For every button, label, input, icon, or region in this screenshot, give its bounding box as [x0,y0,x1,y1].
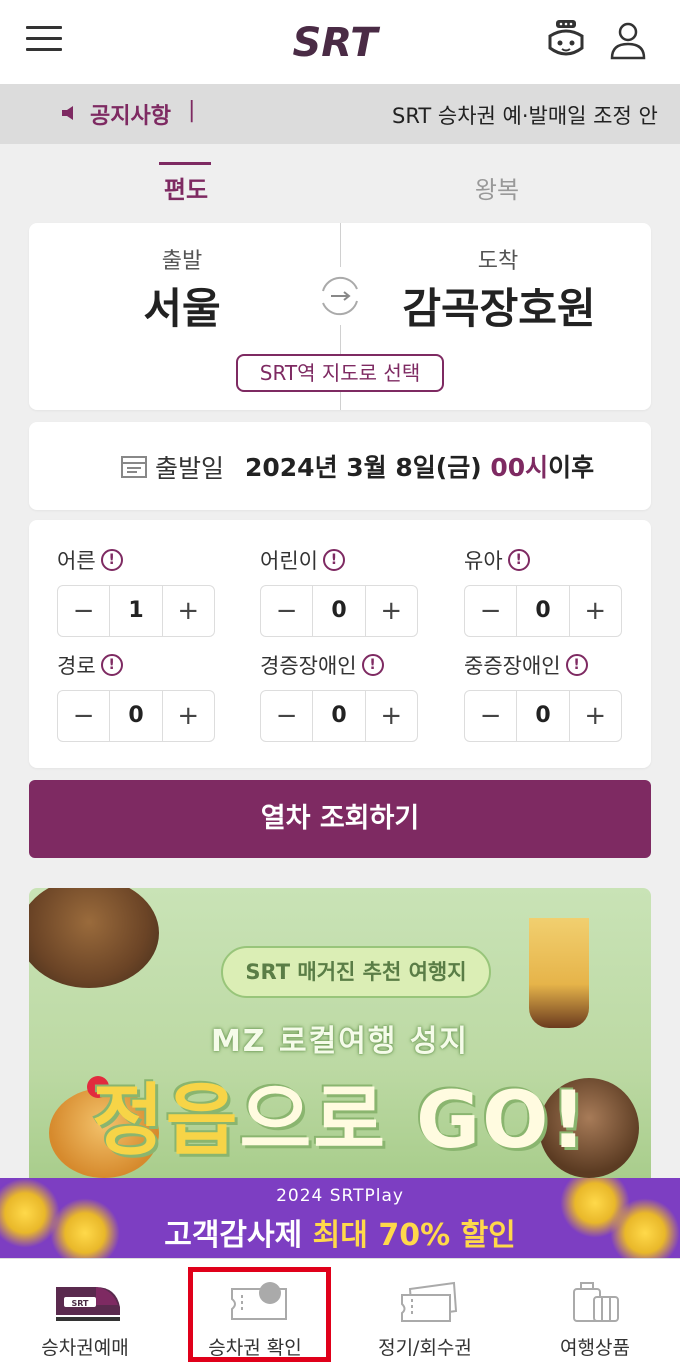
srt-logo[interactable]: SRT [265,18,405,66]
increment-button[interactable]: + [163,691,214,741]
passenger-label: 중증장애인 [464,654,561,678]
luggage-icon [573,1282,619,1322]
date-suffix: 이후 [548,453,595,482]
pass-ticket-icon [401,1281,458,1322]
date-value[interactable]: 2024년 3월 8일(금) 00시이후 [245,448,594,484]
banner-title-rest: 으로 GO! [239,1076,589,1166]
date-text: 2024년 3월 8일(금) [245,453,482,482]
increment-button[interactable]: + [570,586,621,636]
route-card: 출발 서울 도착 감곡장호원 SRT역 지도로 선택 [29,223,651,410]
svg-text:SRT: SRT [292,20,380,66]
nav-label: 여행상품 [560,1337,630,1359]
tab-roundtrip[interactable]: 왕복 [452,170,542,205]
quantity-stepper: − 0 + [464,585,622,637]
passenger-severe-disabled: 중증장애인! − 0 + [464,650,624,742]
passenger-infant: 유아! − 0 + [464,545,624,637]
quantity-value: 0 [516,586,570,636]
quantity-stepper: − 0 + [57,690,215,742]
decrement-button[interactable]: − [58,586,109,636]
decrement-button[interactable]: − [58,691,109,741]
quantity-stepper: − 0 + [260,690,418,742]
decrement-button[interactable]: − [261,586,312,636]
tab-oneway[interactable]: 편도 [141,170,231,205]
passenger-label: 어른 [57,549,96,573]
info-icon[interactable]: ! [322,549,345,571]
app-header: SRT [0,0,680,84]
passenger-label: 경증장애인 [260,654,357,678]
info-icon[interactable]: ! [100,549,123,571]
passenger-senior: 경로! − 0 + [57,650,217,742]
speaker-icon [62,106,73,120]
notice-text[interactable]: SRT 승차권 예·발매일 조정 안 [392,100,658,130]
increment-button[interactable]: + [366,586,417,636]
passenger-child: 어린이! − 0 + [260,545,420,637]
quantity-value: 0 [516,691,570,741]
quantity-value: 0 [312,586,366,636]
date-card[interactable]: 출발일 2024년 3월 8일(금) 00시이후 [29,422,651,510]
nav-ticket-booking[interactable]: SRT 승차권예매 [0,1259,170,1367]
decrement-button[interactable]: − [261,691,312,741]
user-icon[interactable] [608,20,648,60]
quantity-value: 1 [109,586,163,636]
swap-stations-icon[interactable] [311,267,369,325]
departure-label: 출발 [161,249,203,274]
info-icon[interactable]: ! [100,654,123,676]
decrement-button[interactable]: − [465,691,516,741]
walnut-bowl-image [29,888,159,988]
departure-station[interactable]: 서울 [82,275,282,336]
info-icon[interactable]: ! [507,549,530,571]
calendar-icon [121,456,147,478]
info-icon[interactable]: ! [361,654,384,676]
date-hour: 00시 [490,453,549,482]
map-select-button[interactable]: SRT역 지도로 선택 [236,354,444,392]
passenger-card: 어른! − 1 + 어린이! − 0 + 유아! − 0 + 경로! − 0 +… [29,520,651,768]
notice-label: 공지사항 [90,104,171,129]
train-icon: SRT [56,1287,120,1321]
info-icon[interactable]: ! [565,654,588,676]
notice-separator: | [188,98,196,123]
tab-active-indicator [159,162,211,165]
passenger-label: 어린이 [260,549,318,573]
passenger-label: 경로 [57,654,96,678]
promo-big-text: 고객감사제 최대 70% 할인 [0,1210,680,1254]
increment-button[interactable]: + [163,586,214,636]
passenger-mild-disabled: 경증장애인! − 0 + [260,650,420,742]
quantity-stepper: − 0 + [260,585,418,637]
highlight-box [188,1267,331,1362]
svg-text:SRT: SRT [71,1299,89,1308]
date-label: 출발일 [155,454,225,483]
banner-title-highlight: 정읍 [91,1076,240,1166]
search-trains-button[interactable]: 열차 조회하기 [29,780,651,858]
robot-chatbot-icon[interactable] [544,18,588,62]
hamburger-menu-icon[interactable] [26,26,62,52]
nav-travel-products[interactable]: 여행상품 [510,1259,680,1367]
bottom-nav: SRT 승차권예매 승차권 확인 정기/회수권 여행상품 [0,1258,680,1367]
nav-label: 정기/회수권 [378,1337,472,1359]
promo-strip[interactable]: 2024 SRTPlay 고객감사제 최대 70% 할인 [0,1178,680,1258]
increment-button[interactable]: + [366,691,417,741]
increment-button[interactable]: + [570,691,621,741]
quantity-value: 0 [109,691,163,741]
banner-subtitle: MZ 로컬여행 성지 [210,1024,470,1059]
bubble-tea-image [529,918,589,1028]
passenger-adult: 어른! − 1 + [57,545,217,637]
passenger-label: 유아 [464,549,503,573]
nav-season-pass[interactable]: 정기/회수권 [340,1259,510,1367]
nav-label: 승차권예매 [41,1337,129,1359]
banner-title: 정읍으로 GO! [29,1058,651,1170]
decrement-button[interactable]: − [465,586,516,636]
notice-bar[interactable]: 공지사항 | SRT 승차권 예·발매일 조정 안 [0,84,680,144]
quantity-value: 0 [312,691,366,741]
promo-big-white: 고객감사제 [164,1218,313,1253]
arrival-station[interactable]: 감곡장호원 [388,275,610,336]
banner-pill: SRT 매거진 추천 여행지 [221,946,491,998]
promo-small-text: 2024 SRTPlay [276,1186,404,1206]
quantity-stepper: − 1 + [57,585,215,637]
quantity-stepper: − 0 + [464,690,622,742]
promo-big-yellow: 최대 70% 할인 [312,1218,516,1253]
arrival-label: 도착 [477,249,519,274]
promo-banner[interactable]: SRT 매거진 추천 여행지 MZ 로컬여행 성지 정읍으로 GO! [29,888,651,1188]
